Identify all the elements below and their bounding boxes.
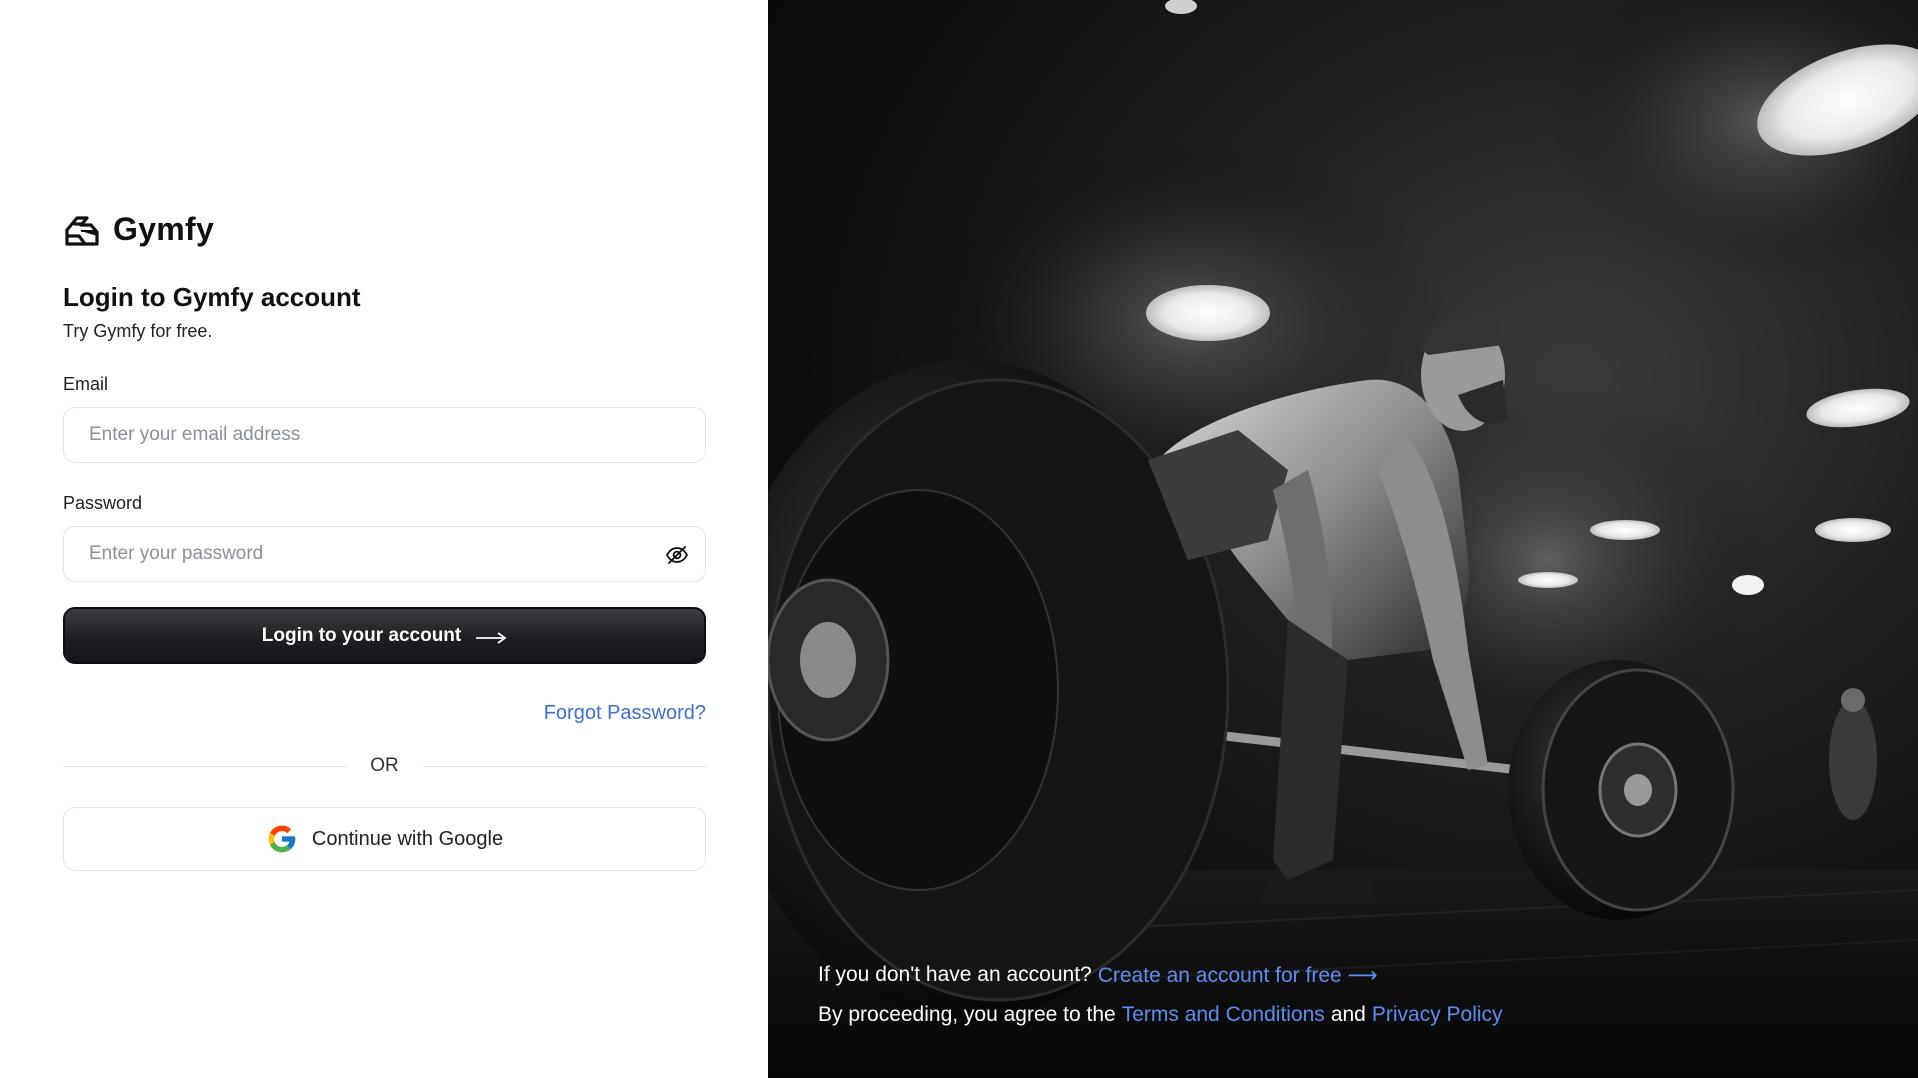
terms-and-text: and: [1330, 1003, 1366, 1026]
login-page: Gymfy Login to Gymfy account Try Gymfy f…: [0, 0, 1918, 1078]
arrow-right-icon: [475, 629, 507, 644]
login-form: Gymfy Login to Gymfy account Try Gymfy f…: [63, 206, 706, 871]
gym-deadlift-photo: [768, 0, 1918, 1078]
divider: OR: [63, 755, 706, 777]
divider-line-left: [63, 765, 347, 767]
password-field-wrapper: [63, 526, 706, 582]
terms-prefix-text: By proceeding, you agree to the: [818, 1003, 1116, 1026]
hero-footer: If you don't have an account? Create an …: [818, 955, 1503, 1035]
google-button-label: Continue with Google: [311, 827, 504, 850]
page-title: Login to Gymfy account: [63, 282, 361, 312]
password-label: Password: [63, 493, 143, 513]
email-label: Email: [63, 374, 109, 394]
hero-panel: If you don't have an account? Create an …: [768, 0, 1918, 1078]
eye-off-icon[interactable]: [663, 541, 691, 569]
brand-name: Gymfy: [113, 210, 215, 247]
create-account-link[interactable]: Create an account for free ⟶: [1098, 963, 1378, 988]
email-field-wrapper: [63, 407, 706, 463]
divider-label: OR: [370, 755, 399, 776]
privacy-link[interactable]: Privacy Policy: [1372, 1003, 1503, 1027]
signup-prompt-row: If you don't have an account? Create an …: [818, 955, 1503, 995]
divider-line-right: [422, 765, 706, 767]
gymfy-logo-icon: [63, 210, 101, 248]
google-icon: [266, 823, 298, 855]
terms-row: By proceeding, you agree to the Terms an…: [818, 995, 1503, 1035]
signup-prompt-text: If you don't have an account?: [818, 963, 1092, 986]
login-button-label: Login to your account: [261, 624, 462, 646]
forgot-password-row: Forgot Password?: [63, 702, 706, 725]
google-signin-button[interactable]: Continue with Google: [63, 807, 706, 871]
terms-link[interactable]: Terms and Conditions: [1122, 1003, 1325, 1027]
email-field[interactable]: [64, 408, 705, 462]
create-account-link-label: Create an account for free: [1097, 963, 1342, 987]
password-field[interactable]: [64, 527, 705, 581]
login-button[interactable]: Login to your account: [63, 607, 706, 664]
login-panel: Gymfy Login to Gymfy account Try Gymfy f…: [0, 0, 768, 1078]
forgot-password-link[interactable]: Forgot Password?: [544, 702, 706, 724]
arrow-right-icon: ⟶: [1347, 963, 1378, 987]
brand: Gymfy: [63, 206, 706, 252]
page-subtitle: Try Gymfy for free.: [63, 321, 213, 341]
